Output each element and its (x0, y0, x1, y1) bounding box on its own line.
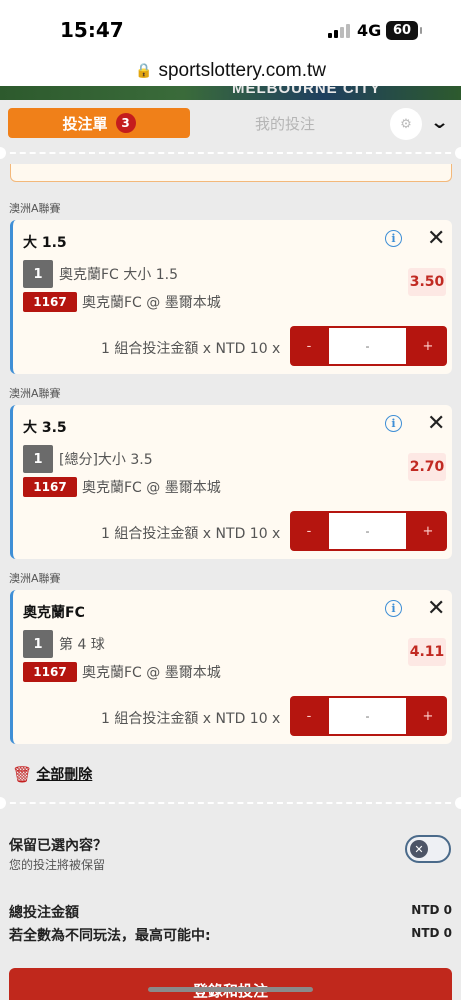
url-text: sportslottery.com.tw (158, 60, 326, 81)
divider-notch (455, 797, 461, 809)
leg-number: 1 (23, 630, 53, 658)
odds-value: 4.11 (408, 638, 446, 666)
increment-button[interactable]: + (409, 696, 447, 736)
leg-number: 1 (23, 260, 53, 288)
toggle-off-icon: ✕ (410, 840, 428, 858)
battery-icon: 60 (386, 21, 422, 40)
trash-icon: 🗑 (12, 764, 33, 784)
market-name: [總分]大小 3.5 (59, 452, 153, 468)
odds-value: 2.70 (408, 453, 446, 481)
selection-title: 大 1.5 (23, 235, 67, 251)
betslip-count-badge: 3 (115, 113, 136, 133)
market-name: 第 4 球 (59, 637, 105, 653)
divider (0, 152, 461, 154)
keep-selections-subtitle: 您的投注將被保留 (9, 858, 106, 872)
league-label: 澳洲A聯賽 (9, 387, 61, 400)
match-id: 1167 (23, 477, 77, 497)
match-banner: MELBOURNE CITY (0, 86, 461, 100)
close-icon[interactable]: ✕ (427, 226, 445, 251)
divider-notch (0, 797, 6, 809)
stake-input[interactable] (329, 698, 406, 734)
stake-label: 1 組合投注金額 x NTD 10 x (101, 711, 281, 727)
selection-title: 大 3.5 (23, 420, 67, 436)
close-icon[interactable]: ✕ (427, 596, 445, 621)
match-name: 奧克蘭FC @ 墨爾本城 (82, 480, 221, 496)
delete-all-label: 全部刪除 (36, 767, 93, 783)
settings-button[interactable]: ⚙ (390, 108, 422, 140)
info-icon[interactable]: i (385, 230, 402, 247)
network-type: 4G (357, 21, 382, 40)
close-icon[interactable]: ✕ (427, 411, 445, 436)
login-and-bet-button[interactable]: 登錄和投注 (9, 968, 452, 1000)
address-bar[interactable]: 🔒 sportslottery.com.tw (0, 56, 461, 86)
cellular-signal-icon (328, 24, 350, 38)
battery-level: 60 (392, 23, 412, 38)
total-stake-label: 總投注金額 (9, 905, 79, 921)
odds-value: 3.50 (408, 268, 446, 296)
stake-stepper: - + (290, 511, 447, 551)
increment-button[interactable]: + (409, 511, 447, 551)
keep-selections-toggle[interactable]: ✕ (405, 835, 451, 863)
keep-selections-title: 保留已選內容？ (9, 838, 107, 854)
match-name: 奧克蘭FC @ 墨爾本城 (82, 665, 221, 681)
betslip-tabs: 投注單 3 我的投注 ⚙ ⌄ (0, 100, 461, 150)
max-win-value: NTD 0 (411, 926, 452, 940)
decrement-button[interactable]: - (290, 326, 328, 366)
leg-number: 1 (23, 445, 53, 473)
gear-icon: ⚙ (400, 116, 412, 132)
match-name: 奧克蘭FC @ 墨爾本城 (82, 295, 221, 311)
market-name: 奧克蘭FC 大小 1.5 (59, 267, 178, 283)
bet-card: 大 3.5 i ✕ 1 [總分]大小 3.5 2.70 1167 奧克蘭FC @… (10, 405, 452, 559)
decrement-button[interactable]: - (290, 696, 328, 736)
betslip-panel: 投注單 3 我的投注 ⚙ ⌄ 澳洲A聯賽 大 1.5 i ✕ 1 奧克蘭FC 大… (0, 100, 461, 1000)
total-stake-value: NTD 0 (411, 903, 452, 917)
banner-team-name: MELBOURNE CITY (232, 86, 381, 97)
selection-title: 奧克蘭FC (23, 605, 85, 621)
status-bar: 15:47 4G 60 (0, 0, 461, 56)
max-win-label: 若全數為不同玩法，最高可能中: (9, 928, 211, 944)
info-icon[interactable]: i (385, 600, 402, 617)
lock-icon: 🔒 (135, 63, 153, 79)
delete-all-button[interactable]: 🗑 全部刪除 (12, 764, 92, 784)
league-label: 澳洲A聯賽 (9, 572, 61, 585)
league-label: 澳洲A聯賽 (9, 202, 61, 215)
stake-input[interactable] (329, 328, 406, 364)
decrement-button[interactable]: - (290, 511, 328, 551)
tab-betslip-label: 投注單 (62, 114, 108, 133)
status-time: 15:47 (60, 18, 124, 42)
bet-card: 奧克蘭FC i ✕ 1 第 4 球 4.11 1167 奧克蘭FC @ 墨爾本城… (10, 590, 452, 744)
chevron-down-icon[interactable]: ⌄ (430, 112, 450, 133)
home-indicator (148, 987, 313, 992)
match-id: 1167 (23, 662, 77, 682)
stake-label: 1 組合投注金額 x NTD 10 x (101, 341, 281, 357)
divider (0, 802, 461, 804)
stake-stepper: - + (290, 696, 447, 736)
divider-notch (455, 147, 461, 159)
match-id: 1167 (23, 292, 77, 312)
bet-card: 大 1.5 i ✕ 1 奧克蘭FC 大小 1.5 3.50 1167 奧克蘭FC… (10, 220, 452, 374)
stake-label: 1 組合投注金額 x NTD 10 x (101, 526, 281, 542)
collapsed-card (10, 164, 452, 182)
info-icon[interactable]: i (385, 415, 402, 432)
tab-betslip[interactable]: 投注單 3 (8, 108, 190, 138)
stake-input[interactable] (329, 513, 406, 549)
stake-stepper: - + (290, 326, 447, 366)
increment-button[interactable]: + (409, 326, 447, 366)
tab-my-bets[interactable]: 我的投注 (210, 108, 360, 138)
